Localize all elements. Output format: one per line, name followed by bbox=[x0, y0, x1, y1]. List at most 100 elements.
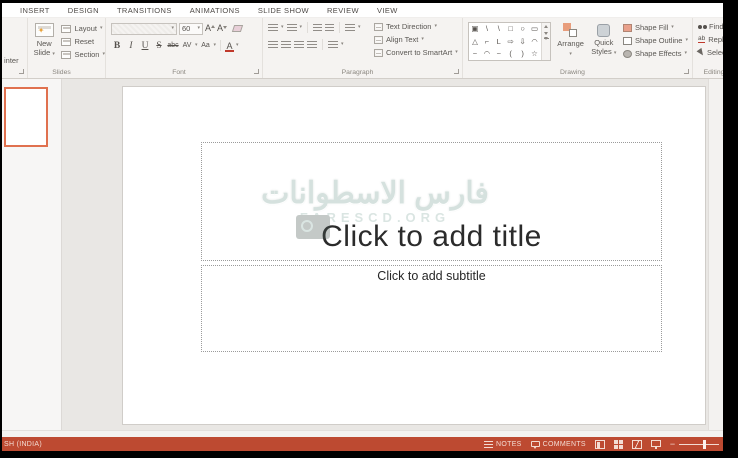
zoom-slider[interactable] bbox=[679, 444, 719, 445]
increase-indent-icon[interactable] bbox=[325, 24, 334, 32]
chevron-down-icon: ▾ bbox=[614, 50, 617, 56]
sparkle-icon: ✦ bbox=[38, 26, 51, 29]
scroll-up-icon[interactable] bbox=[544, 25, 548, 28]
shape-cell[interactable]: ~ bbox=[497, 50, 501, 58]
tab-insert[interactable]: INSERT bbox=[11, 6, 59, 15]
subtitle-placeholder-text: Click to add subtitle bbox=[377, 266, 485, 283]
format-painter-button[interactable]: inter bbox=[4, 56, 19, 65]
shape-cell[interactable]: \ bbox=[486, 25, 488, 33]
vertical-scrollbar[interactable] bbox=[708, 79, 723, 430]
zoom-out-button[interactable]: − bbox=[670, 440, 676, 449]
replace-button[interactable]: ab Replace bbox=[698, 34, 723, 45]
shape-cell[interactable]: ( bbox=[509, 50, 512, 58]
shape-cell[interactable]: ▭ bbox=[531, 25, 538, 33]
font-size-combobox[interactable]: 60 ▾ bbox=[179, 23, 203, 35]
new-slide-icon: ✦ bbox=[35, 23, 54, 37]
subtitle-placeholder[interactable]: Click to add subtitle bbox=[201, 265, 662, 352]
bold-button[interactable]: B bbox=[111, 41, 123, 51]
normal-view-button[interactable] bbox=[595, 440, 605, 449]
align-text-icon bbox=[374, 36, 383, 44]
tab-review[interactable]: REVIEW bbox=[318, 6, 368, 15]
slide-canvas[interactable]: Click to add title Click to add subtitle bbox=[122, 86, 706, 425]
comments-toggle-button[interactable]: COMMENTS bbox=[531, 441, 586, 448]
bullets-icon[interactable] bbox=[268, 24, 278, 32]
chevron-down-icon: ▾ bbox=[358, 25, 361, 30]
numbering-icon[interactable] bbox=[287, 24, 297, 32]
chevron-down-icon: ▾ bbox=[171, 26, 174, 31]
notes-toggle-button[interactable]: NOTES bbox=[484, 441, 522, 448]
shape-cell[interactable]: ▣ bbox=[471, 25, 478, 33]
layout-button[interactable]: Layout ▾ bbox=[61, 23, 105, 34]
font-color-button[interactable]: A bbox=[225, 41, 234, 51]
text-direction-button[interactable]: Text Direction ▾ bbox=[374, 21, 458, 32]
paragraph-dialog-launcher-icon[interactable] bbox=[454, 69, 459, 74]
columns-icon[interactable] bbox=[328, 41, 338, 49]
select-button[interactable]: Select ▾ bbox=[698, 47, 723, 58]
text-shadow-button[interactable]: S bbox=[153, 41, 165, 51]
decrease-font-size-button[interactable]: A bbox=[217, 24, 227, 33]
section-button[interactable]: Section ▾ bbox=[61, 49, 105, 60]
zoom-slider-handle[interactable] bbox=[703, 440, 706, 449]
find-button[interactable]: Find bbox=[698, 21, 723, 32]
chevron-down-icon: ▾ bbox=[281, 25, 284, 30]
reading-view-button[interactable] bbox=[632, 440, 642, 449]
shape-cell[interactable]: ◠ bbox=[531, 38, 538, 46]
zoom-control: − + bbox=[670, 440, 723, 449]
title-placeholder-text: Click to add title bbox=[321, 220, 542, 260]
italic-button[interactable]: I bbox=[125, 41, 137, 51]
shape-cell[interactable]: ⇨ bbox=[508, 38, 514, 46]
shape-outline-button[interactable]: Shape Outline ▾ bbox=[623, 35, 688, 46]
tab-transitions[interactable]: TRANSITIONS bbox=[108, 6, 181, 15]
increase-font-size-button[interactable]: A bbox=[205, 24, 215, 33]
shape-cell[interactable]: △ bbox=[472, 38, 478, 46]
shape-cell[interactable]: ) bbox=[521, 50, 524, 58]
gallery-more-icon[interactable] bbox=[544, 37, 548, 57]
shapes-gallery[interactable]: ▣ \ \ □ ○ ▭ △ ⌐ L ⇨ ⇩ ◠ ~ ◠ ~ ( ) bbox=[468, 22, 551, 61]
shape-cell[interactable]: ⇩ bbox=[519, 38, 525, 46]
drawing-dialog-launcher-icon[interactable] bbox=[684, 69, 689, 74]
strikethrough-button[interactable]: abc bbox=[167, 42, 179, 49]
clipboard-dialog-launcher-icon[interactable] bbox=[19, 69, 24, 74]
shape-fill-button[interactable]: Shape Fill ▾ bbox=[623, 22, 688, 33]
decrease-indent-icon[interactable] bbox=[313, 24, 322, 32]
paragraph-group: ▾ ▾ ▾ ▾ bbox=[263, 18, 463, 78]
shape-cell[interactable]: ○ bbox=[520, 25, 525, 33]
scroll-down-icon[interactable] bbox=[544, 32, 548, 35]
clear-formatting-icon[interactable] bbox=[232, 25, 243, 32]
slide-sorter-view-button[interactable] bbox=[614, 440, 623, 449]
reset-button[interactable]: Reset bbox=[61, 36, 105, 47]
font-dialog-launcher-icon[interactable] bbox=[254, 69, 259, 74]
slide-show-button[interactable] bbox=[651, 440, 661, 447]
underline-button[interactable]: U bbox=[139, 41, 151, 51]
gallery-scrollbar[interactable] bbox=[541, 23, 550, 60]
convert-to-smartart-button[interactable]: Convert to SmartArt ▾ bbox=[374, 47, 458, 58]
line-spacing-icon[interactable] bbox=[345, 24, 355, 32]
align-left-icon[interactable] bbox=[268, 41, 278, 49]
shape-cell[interactable]: L bbox=[497, 38, 501, 46]
tab-view[interactable]: VIEW bbox=[368, 6, 407, 15]
horizontal-scrollbar[interactable] bbox=[2, 430, 723, 437]
character-spacing-button[interactable]: AV bbox=[181, 42, 193, 49]
language-indicator[interactable]: SH (INDIA) bbox=[2, 441, 42, 448]
font-name-combobox[interactable]: ▾ bbox=[111, 23, 177, 35]
shape-cell[interactable]: ⌐ bbox=[485, 38, 489, 46]
tab-slide-show[interactable]: SLIDE SHOW bbox=[249, 6, 318, 15]
shape-effects-button[interactable]: Shape Effects ▾ bbox=[623, 48, 688, 59]
align-text-button[interactable]: Align Text ▾ bbox=[374, 34, 458, 45]
tab-design[interactable]: DESIGN bbox=[59, 6, 108, 15]
title-placeholder[interactable]: Click to add title bbox=[201, 142, 662, 261]
shape-cell[interactable]: ☆ bbox=[531, 50, 538, 58]
align-center-icon[interactable] bbox=[281, 41, 291, 49]
chevron-down-icon: ▾ bbox=[52, 51, 55, 57]
tab-animations[interactable]: ANIMATIONS bbox=[181, 6, 249, 15]
shape-cell[interactable]: ~ bbox=[473, 50, 477, 58]
change-case-button[interactable]: Aa bbox=[200, 42, 212, 49]
shape-cell[interactable]: ◠ bbox=[484, 50, 491, 58]
justify-icon[interactable] bbox=[307, 41, 317, 49]
shape-cell[interactable]: \ bbox=[498, 25, 500, 33]
slide-thumbnail-1[interactable] bbox=[4, 87, 48, 147]
align-right-icon[interactable] bbox=[294, 41, 304, 49]
slide-thumbnail-panel[interactable] bbox=[2, 79, 62, 437]
chevron-down-icon: ▾ bbox=[100, 26, 103, 31]
shape-cell[interactable]: □ bbox=[508, 25, 513, 33]
